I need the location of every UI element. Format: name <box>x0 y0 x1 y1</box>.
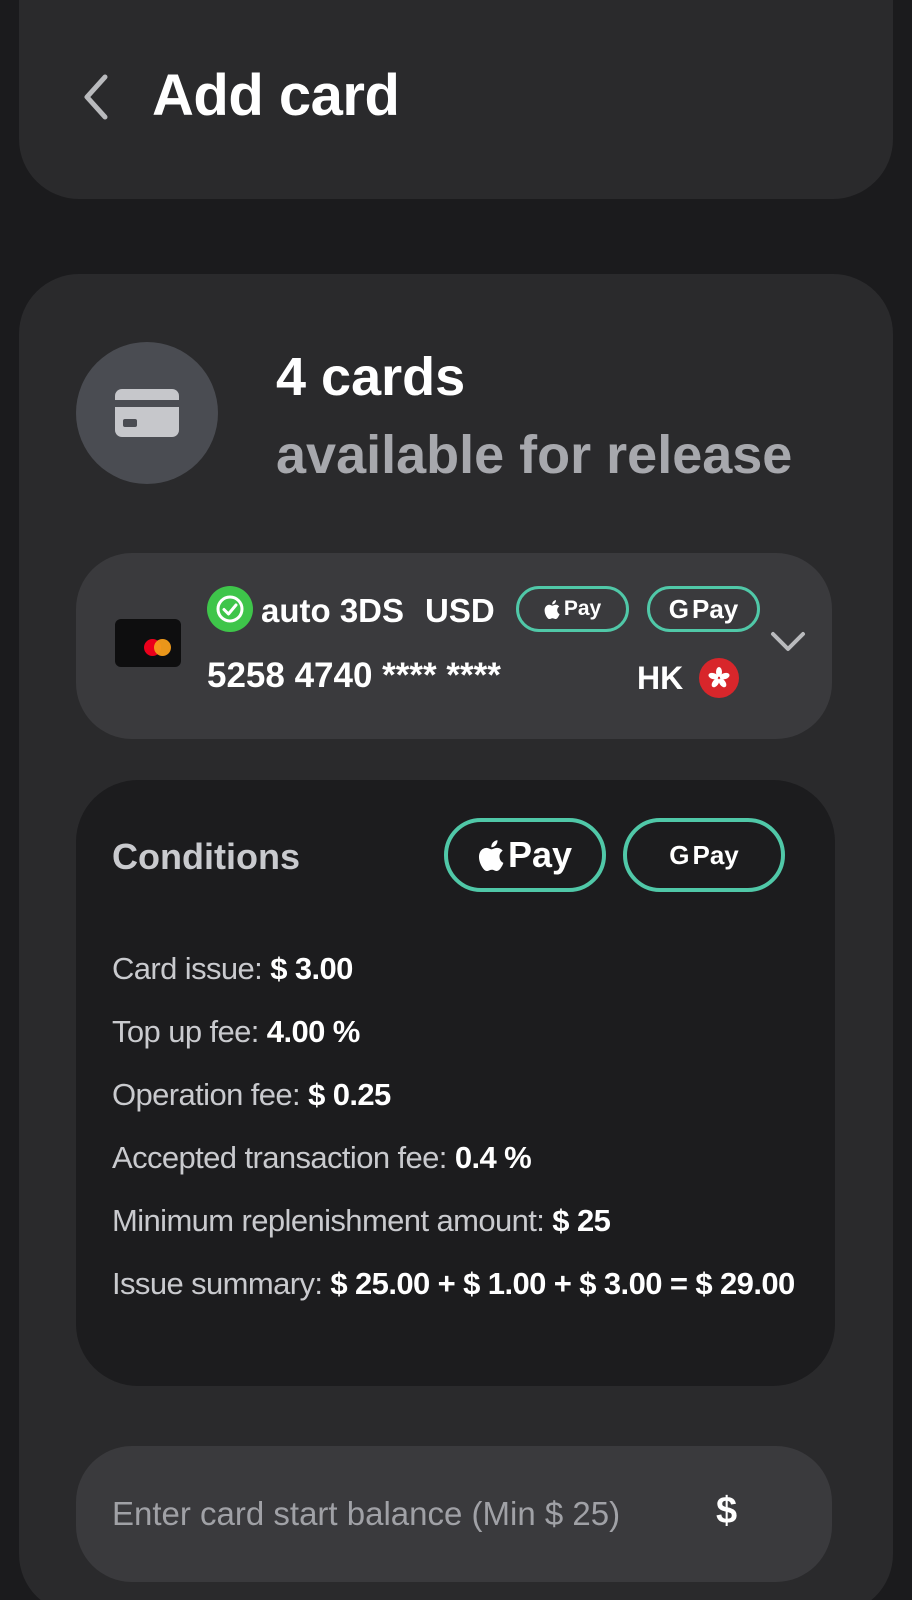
condition-value: $ 25 <box>544 1203 611 1238</box>
condition-value: $ 0.25 <box>300 1077 391 1112</box>
condition-value: $ 3.00 <box>262 951 353 986</box>
start-balance-field[interactable]: $ <box>76 1446 832 1582</box>
card-number: 5258 4740 **** **** <box>207 656 501 695</box>
condition-label: Issue summary: <box>112 1266 323 1301</box>
condition-operation-fee: Operation fee: $ 0.25 <box>112 1072 802 1118</box>
condition-top-up-fee: Top up fee: 4.00 % <box>112 1009 802 1055</box>
page-title: Add card <box>152 63 400 128</box>
google-pay-text: Pay <box>692 839 739 870</box>
condition-value: 0.4 % <box>446 1140 532 1175</box>
google-pay-text: Pay <box>691 593 739 624</box>
condition-value: $ 25.00 + $ 1.00 + $ 3.00 = $ 29.00 <box>322 1266 795 1301</box>
condition-label: Top up fee: <box>112 1014 259 1049</box>
condition-card-issue: Card issue: $ 3.00 <box>112 946 802 992</box>
condition-transaction-fee: Accepted transaction fee: 0.4 % <box>112 1135 802 1181</box>
card-type-selector[interactable]: auto 3DS USD Pay G Pay 5258 4740 **** **… <box>76 553 832 739</box>
google-pay-button[interactable]: G Pay <box>623 818 785 892</box>
start-balance-input[interactable] <box>112 1446 712 1582</box>
check-circle-icon <box>207 586 253 632</box>
condition-label: Accepted transaction fee: <box>112 1140 447 1175</box>
available-cards-count: 4 cards <box>276 347 466 407</box>
condition-value: 4.00 % <box>258 1014 361 1049</box>
currency-label: USD <box>425 592 495 629</box>
credit-card-icon <box>76 342 218 484</box>
chevron-down-icon[interactable] <box>768 627 808 657</box>
apple-pay-badge: Pay <box>516 586 629 632</box>
card-release-panel: 4 cards available for release auto 3DS U… <box>19 274 893 1600</box>
conditions-panel: Conditions Pay G Pay Card issue: $ 3.00 … <box>76 780 835 1386</box>
condition-label: Card issue: <box>112 951 263 986</box>
apple-pay-button[interactable]: Pay <box>444 818 606 892</box>
google-g-icon: G <box>668 593 689 624</box>
apple-pay-text: Pay <box>507 834 573 875</box>
google-pay-badge: G Pay <box>647 586 760 632</box>
hong-kong-flag-icon <box>699 658 739 698</box>
header-bar: Add card <box>19 0 893 199</box>
google-g-icon: G <box>669 839 690 870</box>
back-button[interactable] <box>71 62 121 132</box>
chevron-left-icon <box>84 74 108 120</box>
country-code: HK <box>637 660 684 696</box>
condition-label: Operation fee: <box>112 1077 301 1112</box>
auto-3ds-label: auto 3DS <box>261 592 405 629</box>
condition-min-replenishment: Minimum replenishment amount: $ 25 <box>112 1198 802 1244</box>
condition-label: Minimum replenishment amount: <box>112 1203 545 1238</box>
mastercard-icon <box>115 619 181 667</box>
apple-pay-text: Pay <box>563 597 602 620</box>
conditions-title: Conditions <box>112 836 300 877</box>
currency-symbol: $ <box>716 1490 738 1532</box>
apple-icon <box>478 839 504 871</box>
available-cards-subtitle: available for release <box>276 425 793 485</box>
condition-issue-summary: Issue summary: $ 25.00 + $ 1.00 + $ 3.00… <box>112 1261 802 1307</box>
conditions-list: Card issue: $ 3.00 Top up fee: 4.00 % Op… <box>112 946 802 1324</box>
apple-icon <box>544 599 560 619</box>
